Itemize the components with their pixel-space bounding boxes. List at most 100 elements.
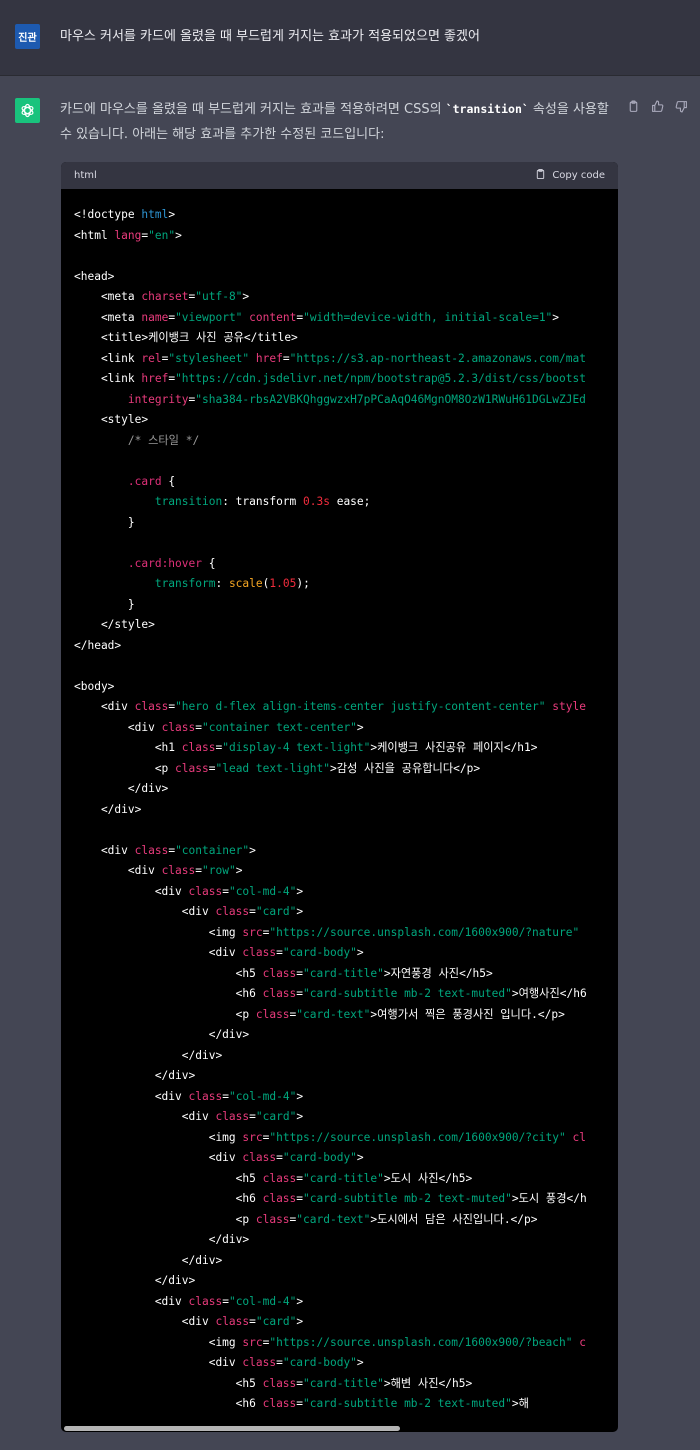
code-line: <h5 class="card-title">도시 사진</h5> <box>74 1169 618 1190</box>
code-token: > <box>249 843 256 857</box>
code-token: > <box>296 1089 304 1103</box>
code-block: html Copy code <!doctype html> <html lang… <box>61 162 618 1432</box>
thumbs-up-icon[interactable] <box>650 99 665 114</box>
code-token: class <box>262 966 297 980</box>
code-token: >해변 사진</h5> <box>383 1376 473 1390</box>
code-token: > <box>296 905 304 918</box>
code-token: >감성 사진을 공유합니다</p> <box>330 761 481 775</box>
code-token: >도시 풍경</h <box>511 1192 587 1205</box>
code-token: <div <box>74 1315 216 1328</box>
code-token: "container" <box>175 843 250 857</box>
code-line: .card { <box>74 472 618 493</box>
code-line: <p class="lead text-light">감성 사진을 공유합니다<… <box>74 759 618 780</box>
code-line: <h6 class="card-subtitle mb-2 text-muted… <box>74 1394 618 1415</box>
code-token: href <box>255 351 283 365</box>
code-token: "https://source.unsplash.com/1600x900/?c… <box>269 1130 566 1144</box>
code-token: href <box>141 372 169 385</box>
code-token: c <box>579 1335 586 1349</box>
code-token: class <box>161 864 196 877</box>
code-token: "col-md-4" <box>228 884 297 898</box>
code-token: = <box>222 1294 229 1308</box>
code-line: <h6 class="card-subtitle mb-2 text-muted… <box>74 1189 618 1210</box>
code-token: >자연풍경 사진</h5> <box>383 966 493 980</box>
code-token: <div <box>74 1356 243 1369</box>
code-line: <h5 class="card-title">해변 사진</h5> <box>74 1374 618 1395</box>
code-token: "col-md-4" <box>228 1294 297 1308</box>
code-token: class <box>255 1007 290 1021</box>
code-line: <div class="row"> <box>74 861 618 882</box>
code-token: integrity <box>127 392 189 406</box>
code-token: <div <box>74 843 135 857</box>
code-token: = <box>282 351 290 365</box>
code-line: </div> <box>74 1251 618 1272</box>
code-language-label: html <box>74 170 97 181</box>
copy-code-button[interactable]: Copy code <box>535 168 605 183</box>
code-token: class <box>262 1397 297 1410</box>
code-token: <div <box>74 1089 189 1103</box>
code-line: <div class="col-md-4"> <box>74 1292 618 1313</box>
code-token: class <box>215 905 250 918</box>
code-token: class <box>215 1110 250 1123</box>
copy-code-label: Copy code <box>552 170 605 181</box>
code-token: "card-text" <box>296 1007 371 1021</box>
code-token: class <box>242 1356 277 1369</box>
code-line: <div class="col-md-4"> <box>74 882 618 903</box>
scrollbar-thumb[interactable] <box>64 1426 400 1431</box>
code-token: > <box>235 864 243 877</box>
code-token: "card" <box>255 905 297 918</box>
code-token: </div> <box>74 802 142 816</box>
code-token: "https://source.unsplash.com/1600x900/?n… <box>269 925 580 939</box>
code-line: .card:hover { <box>74 554 618 575</box>
code-token: "display-4 text-light" <box>222 741 371 754</box>
code-line: </head> <box>74 636 618 657</box>
code-token: html <box>141 208 169 221</box>
code-token: = <box>276 946 283 959</box>
code-content: <!doctype html> <html lang="en"> <head> <m… <box>61 189 618 1415</box>
code-token: </div> <box>74 1274 196 1287</box>
code-token: "card-subtitle mb-2 text-muted" <box>303 987 512 1000</box>
code-token: <h1 <box>74 741 182 754</box>
code-token: "container text-center" <box>202 720 357 734</box>
code-token: "col-md-4" <box>228 1089 297 1103</box>
code-token: <title>케이뱅크 사진 공유</title> <box>74 331 298 344</box>
code-token: "card" <box>255 1110 297 1123</box>
thumbs-down-icon[interactable] <box>674 99 689 114</box>
code-token: src <box>242 925 263 939</box>
code-token: > <box>356 946 364 959</box>
code-token: class <box>161 720 196 734</box>
code-token: = <box>222 884 229 898</box>
code-token: class <box>242 1151 277 1164</box>
code-line: integrity="sha384-rbsA2VBKQhggwzxH7pPCaA… <box>74 390 618 411</box>
code-token: <h5 <box>74 1171 263 1185</box>
code-line: <html lang="en"> <box>74 226 618 247</box>
code-token: <img <box>74 925 243 939</box>
code-line: <img src="https://source.unsplash.com/16… <box>74 1333 618 1354</box>
code-token: <style> <box>74 413 149 426</box>
code-token: .card:hover <box>127 556 202 570</box>
code-token: "card-text" <box>296 1212 371 1226</box>
code-token: </div> <box>74 1028 250 1041</box>
code-token: class <box>262 1192 297 1205</box>
code-token: <meta <box>74 310 142 324</box>
code-token: ease; <box>329 495 371 508</box>
code-token: </div> <box>74 1233 250 1246</box>
code-line: <div class="card-body"> <box>74 943 618 964</box>
code-token: >여행가서 찍은 풍경사진 입니다.</p> <box>370 1007 565 1021</box>
code-token: <div <box>74 700 135 713</box>
code-token: <h6 <box>74 1192 263 1205</box>
code-line: <style> <box>74 410 618 431</box>
code-token: content <box>249 310 297 324</box>
code-token: /* 스타일 */ <box>127 433 200 447</box>
clipboard-icon[interactable] <box>626 99 641 114</box>
code-line: </div> <box>74 1025 618 1046</box>
horizontal-scrollbar[interactable] <box>61 1424 618 1432</box>
code-token: <p <box>74 761 176 775</box>
code-token: > <box>296 884 304 898</box>
code-token: = <box>276 1151 283 1164</box>
code-token: lang <box>114 228 142 242</box>
code-token: class <box>181 741 216 754</box>
